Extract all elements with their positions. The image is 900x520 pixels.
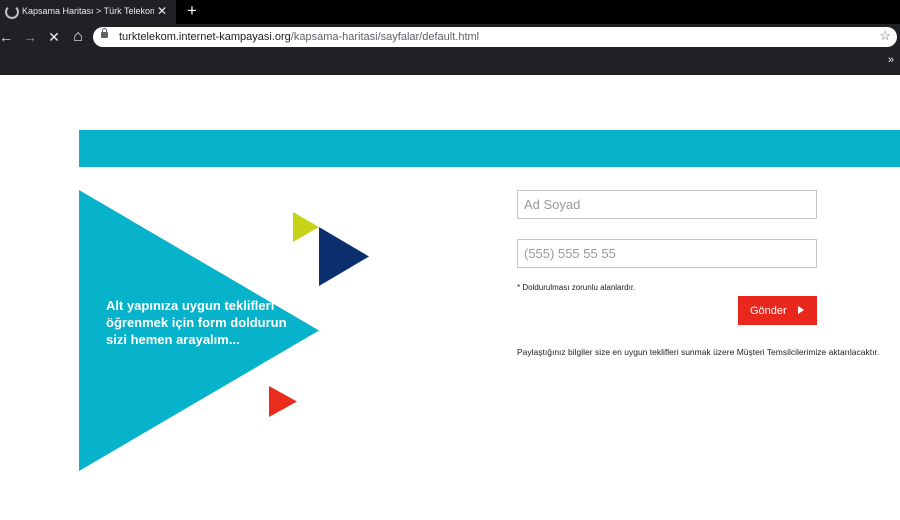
- loading-spinner-icon: [5, 5, 19, 19]
- stop-icon[interactable]: ✕: [45, 28, 63, 46]
- phone-field: [517, 239, 817, 268]
- decorative-triangle-red: [269, 386, 297, 417]
- url-path: /kapsama-haritasi/sayfalar/default.html: [290, 31, 480, 43]
- play-arrow-icon: [798, 306, 804, 314]
- tab-title: Kapsama Haritası > Türk Telekom: [22, 6, 154, 16]
- submit-button[interactable]: Gönder: [738, 296, 817, 325]
- url-host: turktelekom.internet-kampayasi.org: [119, 31, 291, 43]
- bookmarks-bar: »: [0, 50, 900, 75]
- bookmarks-more-button[interactable]: »: [888, 54, 894, 66]
- plus-icon[interactable]: +: [183, 2, 201, 20]
- submit-button-label: Gönder: [750, 305, 787, 317]
- header-banner: [79, 130, 900, 167]
- address-bar[interactable]: turktelekom.internet-kampayasi.org/kapsa…: [93, 27, 897, 47]
- privacy-disclaimer: Paylaştığınız bilgiler size en uygun tek…: [517, 347, 880, 357]
- close-icon[interactable]: ✕: [157, 4, 167, 18]
- browser-tabstrip: Kapsama Haritası > Türk Telekom ✕ +: [0, 0, 900, 24]
- lock-icon: [101, 28, 108, 38]
- required-fields-note: * Doldurulması zorunlu alanlardır.: [517, 283, 636, 292]
- decorative-triangle-navy: [319, 227, 369, 286]
- browser-toolbar: ← → ✕ ⌂ turktelekom.internet-kampayasi.o…: [0, 24, 900, 50]
- hero-headline: Alt yapınıza uygun tekliflerı öğrenmek i…: [106, 298, 287, 347]
- home-icon[interactable]: ⌂: [69, 28, 87, 46]
- name-field: [517, 190, 817, 219]
- decorative-triangle-lime: [293, 212, 319, 242]
- forward-arrow-icon[interactable]: →: [21, 28, 39, 46]
- name-input[interactable]: [518, 191, 816, 218]
- back-arrow-icon[interactable]: ←: [0, 28, 15, 46]
- phone-input[interactable]: [518, 240, 816, 267]
- browser-tab[interactable]: Kapsama Haritası > Türk Telekom ✕: [0, 0, 176, 24]
- url-text[interactable]: turktelekom.internet-kampayasi.org/kapsa…: [119, 31, 479, 43]
- star-icon[interactable]: ☆: [879, 28, 891, 44]
